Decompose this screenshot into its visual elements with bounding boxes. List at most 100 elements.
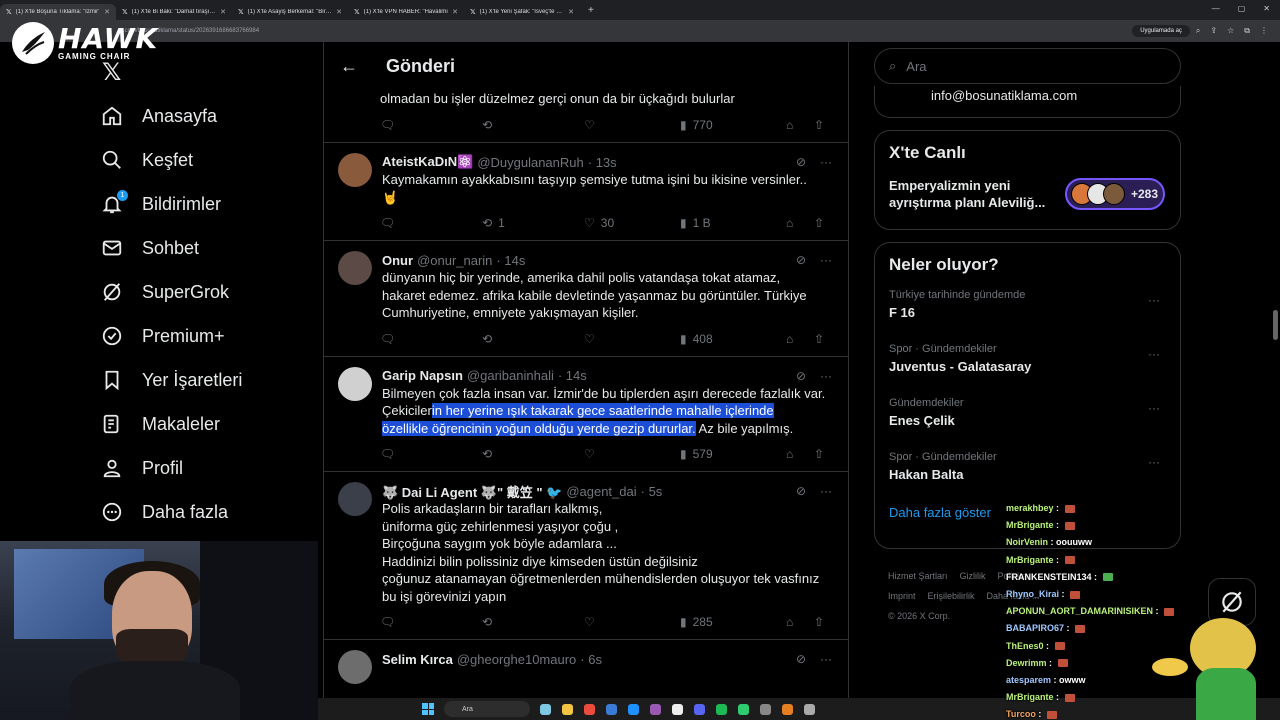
app-icon[interactable] (650, 703, 661, 715)
avatar[interactable] (338, 153, 372, 187)
bookmark-button[interactable]: ⌂ (786, 216, 814, 230)
trend-item[interactable]: Spor · Gündemdekiler Hakan Balta ··· (889, 451, 1166, 491)
tweet-time[interactable]: · 13s (588, 155, 617, 170)
app-icon[interactable] (606, 703, 617, 715)
browser-tab[interactable]: 𝕏 (1) X'te Bi Baki: "Damat tıraşı ve ✕ (116, 4, 232, 20)
nav-item-articles[interactable]: Makaleler (100, 402, 242, 446)
more-icon[interactable]: ··· (820, 484, 832, 498)
taskbar-search[interactable]: Ara (444, 701, 530, 717)
reply-button[interactable]: 🗨 (380, 615, 482, 629)
new-tab-button[interactable]: + (588, 5, 594, 16)
close-icon[interactable]: ✕ (220, 8, 226, 16)
app-icon[interactable] (716, 703, 727, 715)
more-icon[interactable]: ··· (1148, 401, 1160, 415)
trend-item[interactable]: Gündemdekiler Enes Çelik ··· (889, 397, 1166, 437)
trend-item[interactable]: Spor · Gündemdekiler Juventus - Galatasa… (889, 343, 1166, 383)
app-icon[interactable] (672, 703, 683, 715)
browser-tab[interactable]: 𝕏 (1) X'te Boşuna Tıklama: "İzmir' ✕ (0, 4, 116, 20)
app-icon[interactable] (738, 703, 749, 715)
url-text[interactable]: x.com/bosunatiklama/status/2026391686683… (120, 28, 1132, 34)
app-icon[interactable] (584, 703, 595, 715)
nav-item-profile[interactable]: Profil (100, 446, 242, 490)
like-button[interactable]: ♡ (584, 447, 680, 461)
avatar[interactable] (338, 650, 372, 684)
app-icon[interactable] (782, 703, 793, 715)
like-button[interactable]: ♡ (584, 615, 680, 629)
tweet-author-name[interactable]: Selim Kırca (382, 652, 453, 667)
zoom-icon[interactable]: ⌕ (1196, 26, 1200, 36)
reply-button[interactable]: 🗨 (380, 447, 482, 461)
app-icon[interactable] (760, 703, 771, 715)
like-button[interactable]: ♡ (584, 118, 680, 132)
bookmark-button[interactable]: ⌂ (786, 332, 814, 346)
avatar[interactable] (338, 251, 372, 285)
share-button[interactable]: ⇧ (814, 118, 834, 132)
app-icon[interactable] (540, 703, 551, 715)
tweet-time[interactable]: · 6s (580, 652, 602, 667)
app-icon[interactable] (694, 703, 705, 715)
tweet-time[interactable]: · 14s (496, 253, 525, 268)
more-icon[interactable]: ··· (1148, 347, 1160, 361)
reply-button[interactable]: 🗨 (380, 118, 482, 132)
retweet-button[interactable]: ⟲ (482, 447, 584, 461)
like-button[interactable]: ♡ (584, 332, 680, 346)
close-icon[interactable]: ✕ (452, 8, 458, 16)
star-icon[interactable]: ☆ (1227, 26, 1234, 36)
retweet-button[interactable]: ⟲ 1 (482, 216, 584, 230)
share-button[interactable]: ⇧ (814, 615, 834, 629)
browser-tab[interactable]: 𝕏 (1) X'te Yeni Şafak: "İsveç'te yaş ✕ (464, 4, 580, 20)
retweet-button[interactable]: ⟲ (482, 332, 584, 346)
extensions-icon[interactable]: ⧉ (1244, 26, 1250, 36)
close-window-icon[interactable]: ✕ (1263, 4, 1270, 13)
views-button[interactable]: ▮ 1 B (680, 216, 786, 230)
retweet-button[interactable]: ⟲ (482, 615, 584, 629)
tweet-author-name[interactable]: AteistKaDıN⚛️ (382, 154, 473, 170)
views-button[interactable]: ▮ 408 (680, 332, 786, 346)
live-participants[interactable]: +283 (1065, 178, 1165, 210)
reply-button[interactable]: 🗨 (380, 216, 482, 230)
close-icon[interactable]: ✕ (104, 8, 110, 16)
tweet-author-name[interactable]: Onur (382, 253, 413, 268)
share-button[interactable]: ⇧ (814, 447, 834, 461)
search-input[interactable]: ⌕ Ara (874, 48, 1181, 84)
nav-item-home[interactable]: Anasayfa (100, 94, 242, 138)
tweet[interactable]: ⊘ ··· Garip Napsın @garibaninhali · 14s Bil… (324, 355, 848, 472)
tweet-author-handle[interactable]: @gheorghe10mauro (457, 652, 576, 667)
browser-tab[interactable]: 𝕏 (1) X'te Asayiş Berkemal: "Bir m ✕ (232, 4, 348, 20)
grok-icon[interactable]: ⊘ (796, 484, 806, 498)
views-button[interactable]: ▮ 770 (680, 118, 786, 132)
app-icon[interactable] (628, 703, 639, 715)
live-space-title[interactable]: Emperyalizmin yeni ayrıştırma planı Alev… (889, 177, 1059, 211)
tweet-author-handle[interactable]: @garibaninhali (467, 368, 554, 383)
bookmark-button[interactable]: ⌂ (786, 447, 814, 461)
grok-icon[interactable]: ⊘ (796, 253, 806, 267)
app-icon[interactable] (804, 703, 815, 715)
nav-item-bookmarks[interactable]: Yer İşaretleri (100, 358, 242, 402)
minimize-icon[interactable]: — (1212, 4, 1220, 13)
nav-item-explore[interactable]: Keşfet (100, 138, 242, 182)
tweet-author-name[interactable]: 🐺 Dai Li Agent 🐺" 戴笠 " 🐦 (382, 482, 562, 501)
windows-start-icon[interactable] (422, 703, 434, 715)
menu-icon[interactable]: ⋮ (1260, 26, 1268, 36)
more-icon[interactable]: ··· (820, 652, 832, 666)
app-icon[interactable] (562, 703, 573, 715)
share-icon[interactable]: ⇪ (1210, 26, 1217, 36)
grok-icon[interactable]: ⊘ (796, 369, 806, 383)
tweet[interactable]: ⊘ ··· Selim Kırca @gheorghe10mauro · 6s (324, 639, 848, 684)
bookmark-button[interactable]: ⌂ (786, 615, 814, 629)
more-icon[interactable]: ··· (820, 369, 832, 383)
tweet-author-name[interactable]: Garip Napsın (382, 368, 463, 383)
nav-item-notifications[interactable]: 1 Bildirimler (100, 182, 242, 226)
views-button[interactable]: ▮ 285 (680, 615, 786, 629)
tweet[interactable]: ⊘ ··· AteistKaDıN⚛️ @DuygulananRuh · 13s Ka… (324, 142, 848, 240)
back-arrow-icon[interactable]: ← (340, 56, 358, 77)
tweet[interactable]: ⊘ ··· 🐺 Dai Li Agent 🐺" 戴笠 " 🐦 @agent_dai ·… (324, 471, 848, 639)
avatar[interactable] (338, 482, 372, 516)
like-button[interactable]: ♡ 30 (584, 216, 680, 230)
views-button[interactable]: ▮ 579 (680, 447, 786, 461)
trend-item[interactable]: Türkiye tarihinde gündemde F 16 ··· (889, 289, 1166, 329)
nav-item-premium[interactable]: Premium+ (100, 314, 242, 358)
tweet-author-handle[interactable]: @onur_narin (417, 253, 492, 268)
more-icon[interactable]: ··· (820, 253, 832, 267)
tweet-author-handle[interactable]: @agent_dai (566, 484, 636, 499)
